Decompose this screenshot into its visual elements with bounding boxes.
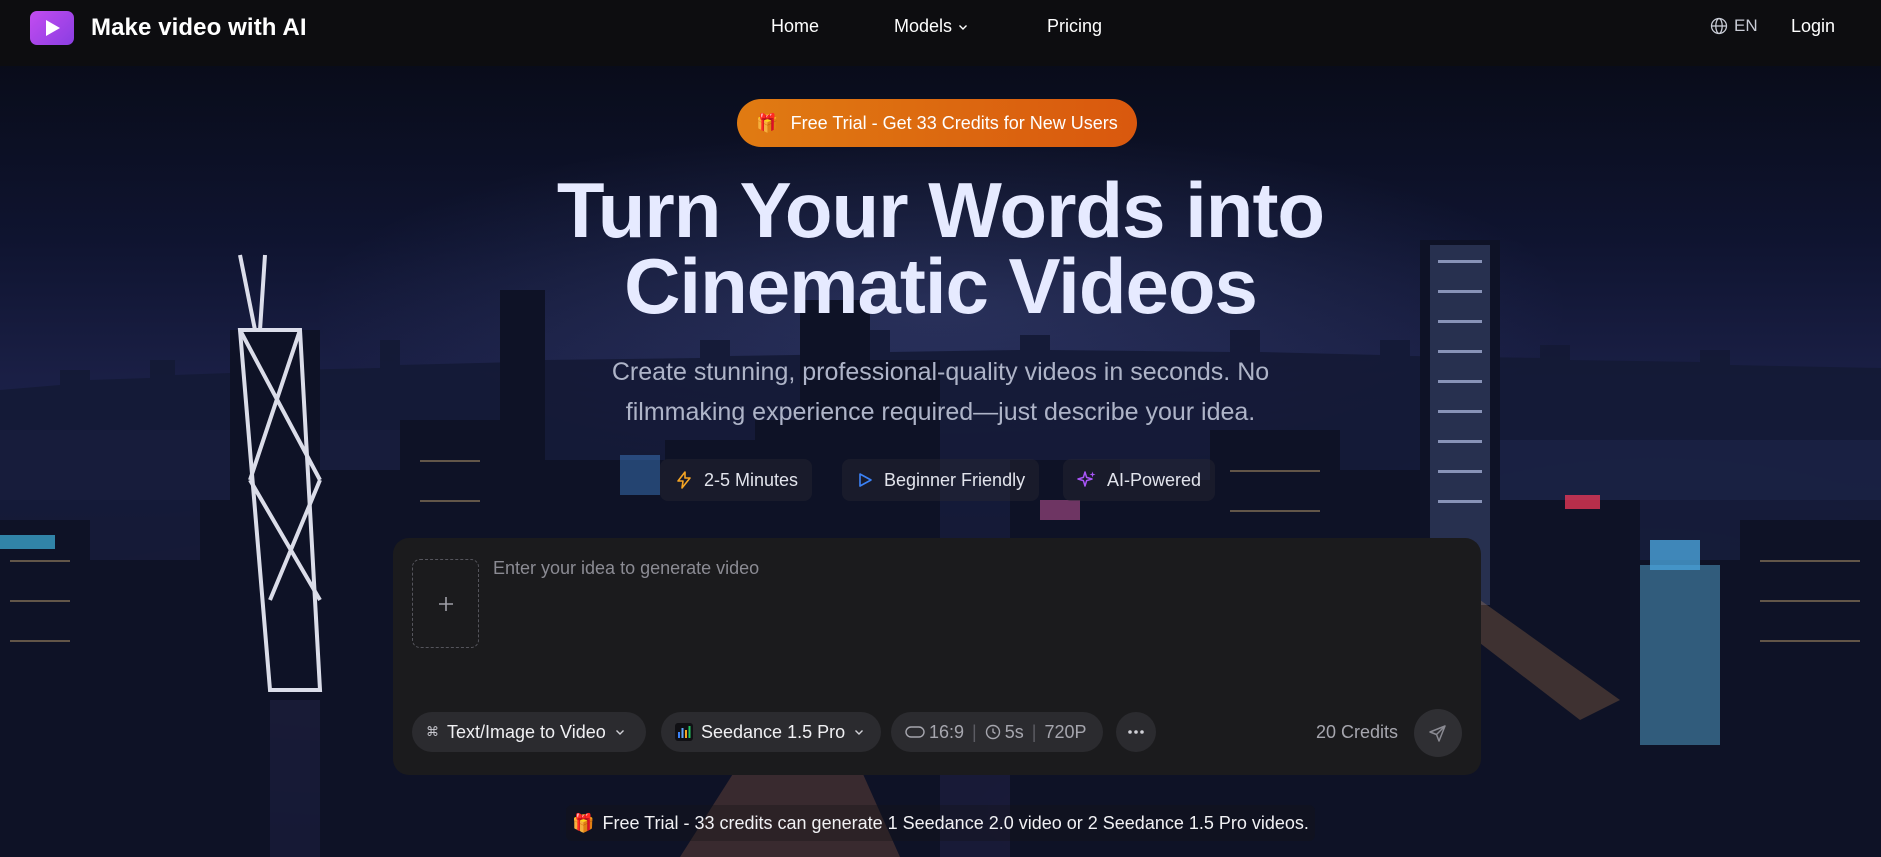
- clock-icon: [985, 724, 1000, 740]
- hero-title: Turn Your Words into Cinematic Videos: [0, 166, 1881, 330]
- feature-beginner: Beginner Friendly: [842, 459, 1040, 501]
- credits-cost: 20 Credits: [1316, 722, 1399, 742]
- nav-pricing-label: Pricing: [1047, 16, 1103, 36]
- nav-models-label: Models: [894, 16, 953, 36]
- brand-name: Make video with AI: [91, 14, 307, 41]
- divider: |: [972, 721, 977, 742]
- hero-title-line1: Turn Your Words into: [556, 166, 1325, 254]
- mode-selector[interactable]: ⌘ Text/Image to Video: [412, 712, 646, 752]
- model-label: Seedance 1.5 Pro: [701, 721, 846, 742]
- feature-speed: 2-5 Minutes: [660, 459, 813, 501]
- play-outline-icon: [859, 473, 872, 487]
- model-selector[interactable]: Seedance 1.5 Pro: [661, 712, 881, 752]
- bar-chart-icon: [675, 723, 693, 741]
- brand[interactable]: Make video with AI: [30, 11, 307, 45]
- hero-subtitle-line1: Create stunning, professional-quality vi…: [611, 358, 1270, 386]
- nav-models-dropdown[interactable]: Models: [894, 16, 969, 37]
- gift-icon: 🎁: [756, 112, 779, 133]
- command-icon: ⌘: [426, 724, 439, 739]
- feature-speed-label: 2-5 Minutes: [704, 469, 799, 490]
- language-selector[interactable]: EN: [1710, 16, 1758, 36]
- nav-home-label: Home: [771, 16, 820, 36]
- language-label: EN: [1734, 16, 1758, 35]
- free-trial-note: 🎁 Free Trial - 33 credits can generate 1…: [566, 805, 1315, 841]
- free-trial-note-label: Free Trial - 33 credits can generate 1 S…: [602, 812, 1309, 833]
- mode-label: Text/Image to Video: [447, 721, 606, 742]
- hero-subtitle-line2: filmmaking experience required—just desc…: [625, 398, 1256, 426]
- aspect-ratio-icon: [905, 726, 925, 738]
- nav-pricing-link[interactable]: Pricing: [1047, 16, 1102, 37]
- divider: |: [1031, 721, 1037, 742]
- sparkles-icon: [1077, 471, 1096, 487]
- send-icon: [1429, 725, 1446, 742]
- generate-send-button[interactable]: [1414, 709, 1462, 757]
- play-logo-icon: [30, 11, 74, 45]
- lightning-icon: [677, 471, 691, 489]
- gift-icon: 🎁: [572, 812, 595, 833]
- video-generator-panel: ⌘ Text/Image to Video Seedance 1.5 Pro 1…: [393, 538, 1481, 775]
- chevron-down-icon: [959, 24, 968, 30]
- resolution-value: 720P: [1044, 721, 1087, 742]
- free-trial-banner[interactable]: 🎁 Free Trial - Get 33 Credits for New Us…: [737, 99, 1137, 147]
- plus-icon: [438, 596, 453, 611]
- login-link[interactable]: Login: [1791, 16, 1835, 37]
- feature-badges: 2-5 Minutes Beginner Friendly AI-Powered: [0, 459, 1881, 503]
- chevron-down-icon: [615, 730, 624, 735]
- globe-icon: [1710, 17, 1728, 35]
- nav-home-link[interactable]: Home: [771, 16, 819, 37]
- duration-value: 5s: [1004, 721, 1024, 742]
- feature-ai: AI-Powered: [1063, 459, 1216, 501]
- hero-subtitle: Create stunning, professional-quality vi…: [0, 352, 1881, 432]
- chevron-down-icon: [855, 730, 864, 735]
- aspect-ratio-value: 16:9: [929, 721, 965, 742]
- feature-beginner-label: Beginner Friendly: [884, 469, 1026, 490]
- upload-image-button[interactable]: [412, 559, 479, 648]
- video-settings-selector[interactable]: 16:9 | 5s | 720P: [891, 712, 1103, 752]
- hero-title-line2: Cinematic Videos: [624, 242, 1258, 330]
- feature-ai-label: AI-Powered: [1107, 469, 1202, 490]
- free-trial-label: Free Trial - Get 33 Credits for New User…: [790, 112, 1118, 133]
- more-horizontal-icon: [1128, 730, 1144, 734]
- more-options-button[interactable]: [1116, 712, 1156, 752]
- prompt-input[interactable]: [493, 558, 1453, 658]
